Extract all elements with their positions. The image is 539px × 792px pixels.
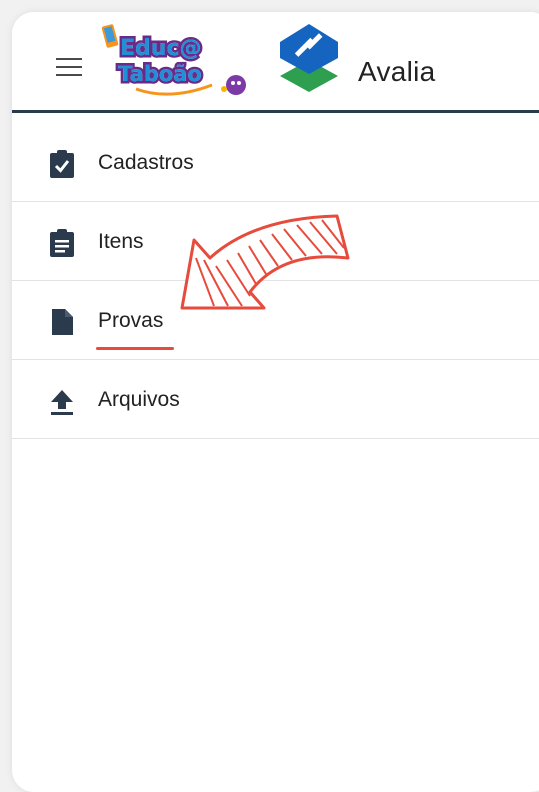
nav-item-cadastros[interactable]: Cadastros (12, 123, 539, 202)
app-title: Avalia (358, 56, 436, 87)
nav-item-label: Itens (98, 230, 144, 253)
nav-item-label: Provas (98, 309, 164, 332)
navigation-panel: Educ@ Educ@ Taboão Taboão Avalia Cadastr… (12, 12, 539, 792)
annotation-arrow-icon (180, 214, 350, 310)
file-icon (52, 309, 73, 335)
educ-taboao-logo: Educ@ Educ@ Taboão Taboão (101, 24, 246, 96)
nav-item-arquivos[interactable]: Arquivos (12, 360, 539, 439)
provas-highlight-underline (96, 347, 174, 350)
header-divider (12, 110, 539, 113)
avalia-logo (280, 24, 338, 92)
hamburger-menu-icon[interactable] (54, 56, 84, 78)
clipboard-list-icon (50, 229, 74, 257)
svg-text:Educ@: Educ@ (120, 36, 201, 61)
app-header: Educ@ Educ@ Taboão Taboão Avalia (12, 12, 539, 110)
nav-item-label: Cadastros (98, 151, 194, 174)
clipboard-check-icon (50, 150, 74, 178)
svg-text:Taboão: Taboão (118, 62, 202, 86)
nav-item-label: Arquivos (98, 388, 180, 411)
upload-icon (51, 390, 73, 415)
